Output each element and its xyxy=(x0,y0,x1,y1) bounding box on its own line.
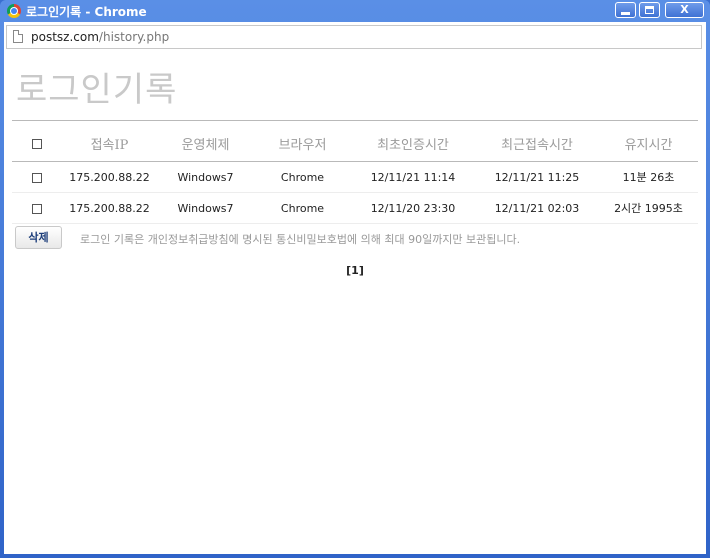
header-last-access: 최근접속시간 xyxy=(475,126,599,162)
table-row: 175.200.88.22 Windows7 Chrome 12/11/21 1… xyxy=(12,161,698,193)
cell-browser: Chrome xyxy=(254,192,351,224)
select-all-cell xyxy=(12,126,62,162)
login-history-table: 접속IP 운영체제 브라우저 최초인증시간 최근접속시간 유지시간 175.20… xyxy=(12,126,698,224)
cell-first-auth: 12/11/21 11:14 xyxy=(351,161,475,193)
maximize-button[interactable] xyxy=(639,2,660,18)
close-button[interactable]: X xyxy=(665,2,704,18)
title-bar[interactable]: 로그인기록 - Chrome X xyxy=(0,0,710,22)
page-link-current[interactable]: [1] xyxy=(346,264,364,277)
divider xyxy=(12,120,698,121)
url-path: /history.php xyxy=(98,30,170,44)
address-bar[interactable]: postsz.com/history.php xyxy=(6,25,702,49)
row-select-cell xyxy=(12,161,62,193)
select-all-checkbox[interactable] xyxy=(32,138,42,149)
delete-button[interactable]: 삭제 xyxy=(15,226,62,249)
header-ip: 접속IP xyxy=(62,126,157,162)
cell-last-access: 12/11/21 11:25 xyxy=(475,161,599,193)
retention-notice: 로그인 기록은 개인정보취급방침에 명시된 통신비밀보호법에 의해 최대 90일… xyxy=(80,233,521,246)
cell-os: Windows7 xyxy=(157,192,254,224)
cell-last-access: 12/11/21 02:03 xyxy=(475,192,599,224)
browser-content: postsz.com/history.php 로그인기록 접속IP 운영체제 브… xyxy=(4,22,706,554)
table-header-row: 접속IP 운영체제 브라우저 최초인증시간 최근접속시간 유지시간 xyxy=(12,126,698,162)
cell-browser: Chrome xyxy=(254,161,351,193)
minimize-button[interactable] xyxy=(615,2,636,18)
window-bottom-border xyxy=(0,554,710,558)
cell-ip: 175.200.88.22 xyxy=(62,192,157,224)
url-host: postsz.com xyxy=(31,30,99,44)
maximize-icon xyxy=(645,6,654,14)
cell-first-auth: 12/11/20 23:30 xyxy=(351,192,475,224)
row-checkbox[interactable] xyxy=(32,203,42,214)
cell-ip: 175.200.88.22 xyxy=(62,161,157,193)
header-browser: 브라우저 xyxy=(254,126,351,162)
page-icon xyxy=(13,30,23,43)
cell-duration: 2시간 1995초 xyxy=(599,192,698,224)
cell-os: Windows7 xyxy=(157,161,254,193)
browser-window: 로그인기록 - Chrome X postsz.com/history.php … xyxy=(0,0,710,558)
header-first-auth: 최초인증시간 xyxy=(351,126,475,162)
table-row: 175.200.88.22 Windows7 Chrome 12/11/20 2… xyxy=(12,192,698,224)
url-text[interactable]: postsz.com/history.php xyxy=(31,30,169,44)
row-checkbox[interactable] xyxy=(32,172,42,183)
row-select-cell xyxy=(12,192,62,224)
header-os: 운영체제 xyxy=(157,126,254,162)
window-title: 로그인기록 - Chrome xyxy=(26,5,147,19)
cell-duration: 11분 26초 xyxy=(599,161,698,193)
pagination: [1] xyxy=(4,264,706,277)
header-duration: 유지시간 xyxy=(599,126,698,162)
minimize-icon xyxy=(621,12,630,15)
chrome-logo-icon xyxy=(7,4,21,18)
page-title: 로그인기록 xyxy=(16,70,178,110)
